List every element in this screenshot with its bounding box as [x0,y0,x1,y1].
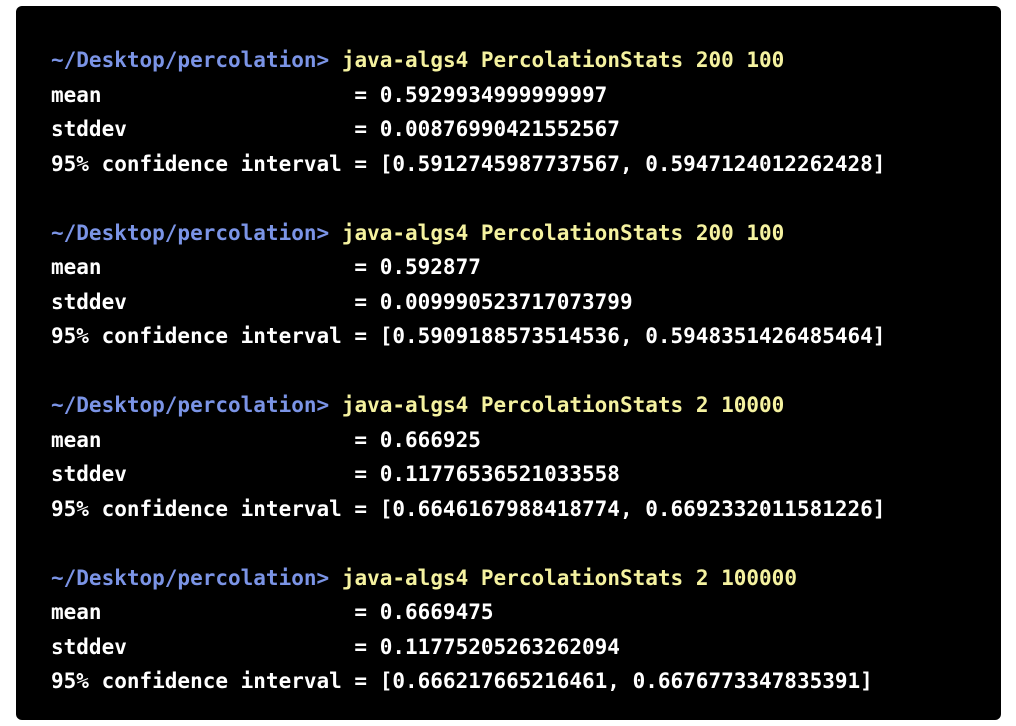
command-line: ~/Desktop/percolation> java-algs4 Percol… [51,388,1001,423]
command-text: java-algs4 PercolationStats 200 100 [341,220,785,245]
output-stddev: stddev = 0.11775205263262094 [51,634,620,659]
command-text: java-algs4 PercolationStats 2 100000 [341,565,797,590]
terminal-run-1: ~/Desktop/percolation> java-algs4 Percol… [51,43,1001,181]
terminal-window[interactable]: ~/Desktop/percolation> java-algs4 Percol… [16,6,1001,720]
output-mean: mean = 0.5929934999999997 [51,82,608,107]
output-mean: mean = 0.6669475 [51,600,494,624]
output-mean: mean = 0.666925 [51,427,481,452]
command-line: ~/Desktop/percolation> java-algs4 Percol… [51,43,1001,78]
output-stddev: stddev = 0.009990523717073799 [51,289,633,314]
output-confidence-interval: 95% confidence interval = [0.59127459877… [51,151,886,176]
command-line: ~/Desktop/percolation> java-algs4 Percol… [51,216,1001,251]
prompt: ~/Desktop/percolation> [51,565,330,590]
output-mean: mean = 0.592877 [51,255,481,279]
output-stddev: stddev = 0.00876990421552567 [51,117,620,141]
output-stddev: stddev = 0.11776536521033558 [51,462,620,486]
terminal-run-4: ~/Desktop/percolation> java-algs4 Percol… [51,561,1001,699]
terminal-run-3: ~/Desktop/percolation> java-algs4 Percol… [51,388,1001,526]
command-line: ~/Desktop/percolation> java-algs4 Percol… [51,561,1001,596]
prompt: ~/Desktop/percolation> [51,220,330,245]
output-confidence-interval: 95% confidence interval = [0.66621766521… [51,669,873,693]
prompt: ~/Desktop/percolation> [51,48,330,72]
command-text: java-algs4 PercolationStats 2 10000 [341,393,785,417]
output-confidence-interval: 95% confidence interval = [0.66461679884… [51,496,886,521]
prompt: ~/Desktop/percolation> [51,393,330,417]
output-confidence-interval: 95% confidence interval = [0.59091885735… [51,324,886,348]
terminal-run-2: ~/Desktop/percolation> java-algs4 Percol… [51,216,1001,354]
command-text: java-algs4 PercolationStats 200 100 [341,48,785,72]
